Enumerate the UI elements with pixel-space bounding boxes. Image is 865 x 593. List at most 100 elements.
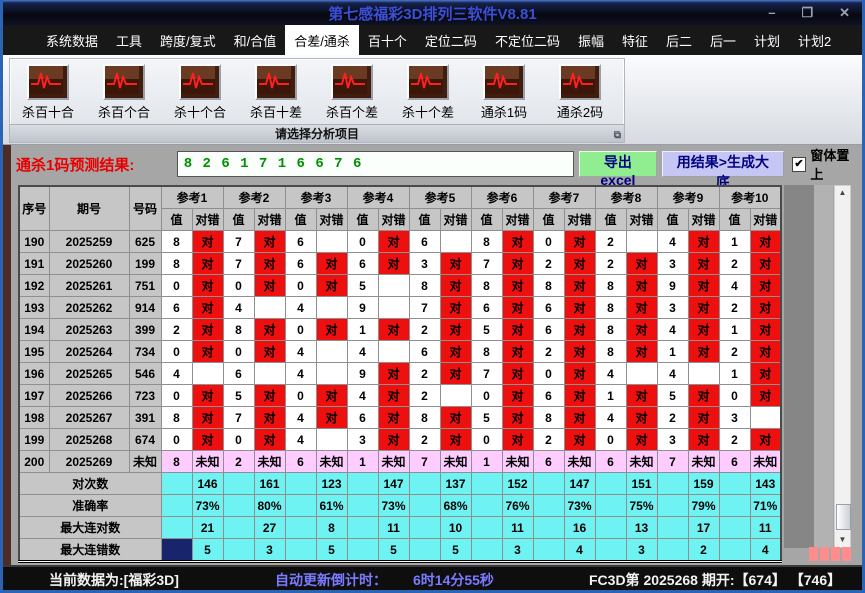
summary-spacer-cell[interactable] — [471, 539, 502, 562]
cell-value[interactable]: 0 — [161, 275, 192, 297]
row-number[interactable]: 625 — [129, 231, 161, 253]
cell-value[interactable]: 7 — [471, 363, 502, 385]
row-number[interactable]: 546 — [129, 363, 161, 385]
cell-value[interactable]: 1 — [657, 341, 688, 363]
summary-value-cell[interactable]: 5 — [192, 539, 223, 562]
cell-value[interactable]: 2 — [719, 253, 750, 275]
summary-value-cell[interactable]: 11 — [502, 517, 533, 539]
summary-value-cell[interactable]: 21 — [192, 517, 223, 539]
cell-value[interactable]: 6 — [409, 231, 440, 253]
cell-judge[interactable]: 对 — [688, 297, 719, 319]
cell-value[interactable]: 8 — [533, 275, 564, 297]
row-number[interactable]: 734 — [129, 341, 161, 363]
cell-value[interactable]: 8 — [161, 451, 192, 473]
cell-judge[interactable]: 对 — [192, 429, 223, 451]
cell-value[interactable]: 4 — [161, 363, 192, 385]
row-number[interactable]: 751 — [129, 275, 161, 297]
summary-spacer-cell[interactable] — [285, 473, 316, 495]
cell-judge[interactable]: 未知 — [750, 451, 781, 473]
summary-value-cell[interactable]: 11 — [750, 517, 781, 539]
cell-judge[interactable]: 对 — [626, 341, 657, 363]
cell-judge[interactable]: 对 — [750, 253, 781, 275]
cell-value[interactable]: 6 — [533, 451, 564, 473]
cell-value[interactable]: 0 — [285, 319, 316, 341]
cell-judge[interactable]: 对 — [378, 319, 409, 341]
cell-value[interactable]: 2 — [409, 429, 440, 451]
cell-judge[interactable]: 对 — [254, 275, 285, 297]
cell-value[interactable]: 6 — [471, 297, 502, 319]
cell-judge[interactable]: 对 — [254, 341, 285, 363]
summary-spacer-cell[interactable] — [719, 539, 750, 562]
cell-judge[interactable]: 对 — [564, 297, 595, 319]
close-icon[interactable]: ✕ — [839, 0, 850, 25]
cell-value[interactable]: 1 — [347, 451, 378, 473]
cell-value[interactable]: 2 — [719, 297, 750, 319]
cell-value[interactable]: 2 — [409, 363, 440, 385]
cell-judge[interactable]: 对 — [564, 319, 595, 341]
row-index[interactable]: 191 — [19, 253, 49, 275]
cell-judge[interactable] — [378, 275, 409, 297]
cell-value[interactable]: 0 — [595, 429, 626, 451]
cell-value[interactable]: 0 — [285, 275, 316, 297]
summary-value-cell[interactable]: 73% — [192, 495, 223, 517]
cell-judge[interactable]: 对 — [750, 275, 781, 297]
row-issue[interactable]: 2025269 — [49, 451, 129, 473]
cell-value[interactable]: 7 — [471, 253, 502, 275]
cell-value[interactable]: 8 — [533, 407, 564, 429]
cell-value[interactable]: 6 — [285, 231, 316, 253]
summary-value-cell[interactable]: 73% — [564, 495, 595, 517]
cell-judge[interactable]: 对 — [750, 319, 781, 341]
ribbon-button-1[interactable]: 杀百十合 — [10, 59, 86, 121]
cell-value[interactable]: 1 — [347, 319, 378, 341]
summary-spacer-cell[interactable] — [657, 473, 688, 495]
cell-judge[interactable]: 对 — [316, 253, 347, 275]
cell-value[interactable]: 0 — [719, 385, 750, 407]
cell-judge[interactable]: 未知 — [378, 451, 409, 473]
menu-item-12[interactable]: 后一 — [701, 25, 745, 55]
checkbox-checked-icon[interactable]: ✔ — [792, 157, 807, 172]
ribbon-button-6[interactable]: 杀十个差 — [390, 59, 466, 121]
cell-judge[interactable]: 对 — [564, 231, 595, 253]
cell-judge[interactable] — [254, 297, 285, 319]
summary-spacer-cell[interactable] — [533, 473, 564, 495]
menu-item-7[interactable]: 定位二码 — [416, 25, 486, 55]
cell-judge[interactable] — [316, 341, 347, 363]
row-index[interactable]: 200 — [19, 451, 49, 473]
summary-value-cell[interactable]: 13 — [626, 517, 657, 539]
cell-judge[interactable]: 对 — [688, 407, 719, 429]
cell-value[interactable]: 8 — [161, 253, 192, 275]
cell-value[interactable]: 2 — [409, 385, 440, 407]
cell-value[interactable]: 1 — [719, 319, 750, 341]
scroll-up-icon[interactable]: ▲ — [835, 186, 850, 200]
cell-value[interactable]: 0 — [285, 385, 316, 407]
cell-value[interactable]: 1 — [595, 385, 626, 407]
cell-judge[interactable]: 对 — [378, 363, 409, 385]
cell-value[interactable]: 8 — [471, 231, 502, 253]
cell-value[interactable]: 5 — [471, 319, 502, 341]
summary-value-cell[interactable]: 137 — [440, 473, 471, 495]
cell-judge[interactable]: 对 — [440, 407, 471, 429]
summary-spacer-cell[interactable] — [409, 539, 440, 562]
cell-judge[interactable] — [316, 297, 347, 319]
cell-judge[interactable]: 对 — [440, 275, 471, 297]
cell-value[interactable]: 9 — [347, 297, 378, 319]
cell-judge[interactable]: 对 — [192, 253, 223, 275]
cell-judge[interactable]: 对 — [688, 341, 719, 363]
cell-value[interactable]: 4 — [657, 319, 688, 341]
row-number[interactable]: 399 — [129, 319, 161, 341]
summary-spacer-cell[interactable] — [347, 539, 378, 562]
summary-spacer-cell[interactable] — [223, 495, 254, 517]
cell-judge[interactable]: 对 — [192, 407, 223, 429]
cell-judge[interactable] — [440, 231, 471, 253]
cell-judge[interactable]: 对 — [626, 297, 657, 319]
summary-spacer-cell[interactable] — [719, 473, 750, 495]
summary-spacer-cell[interactable] — [595, 539, 626, 562]
cell-judge[interactable]: 对 — [688, 319, 719, 341]
summary-spacer-cell[interactable] — [533, 517, 564, 539]
summary-value-cell[interactable]: 147 — [564, 473, 595, 495]
menu-item-1[interactable]: 系统数据 — [37, 25, 107, 55]
cell-judge[interactable]: 对 — [564, 275, 595, 297]
cell-value[interactable]: 4 — [657, 231, 688, 253]
row-issue[interactable]: 2025266 — [49, 385, 129, 407]
cell-judge[interactable]: 对 — [626, 319, 657, 341]
